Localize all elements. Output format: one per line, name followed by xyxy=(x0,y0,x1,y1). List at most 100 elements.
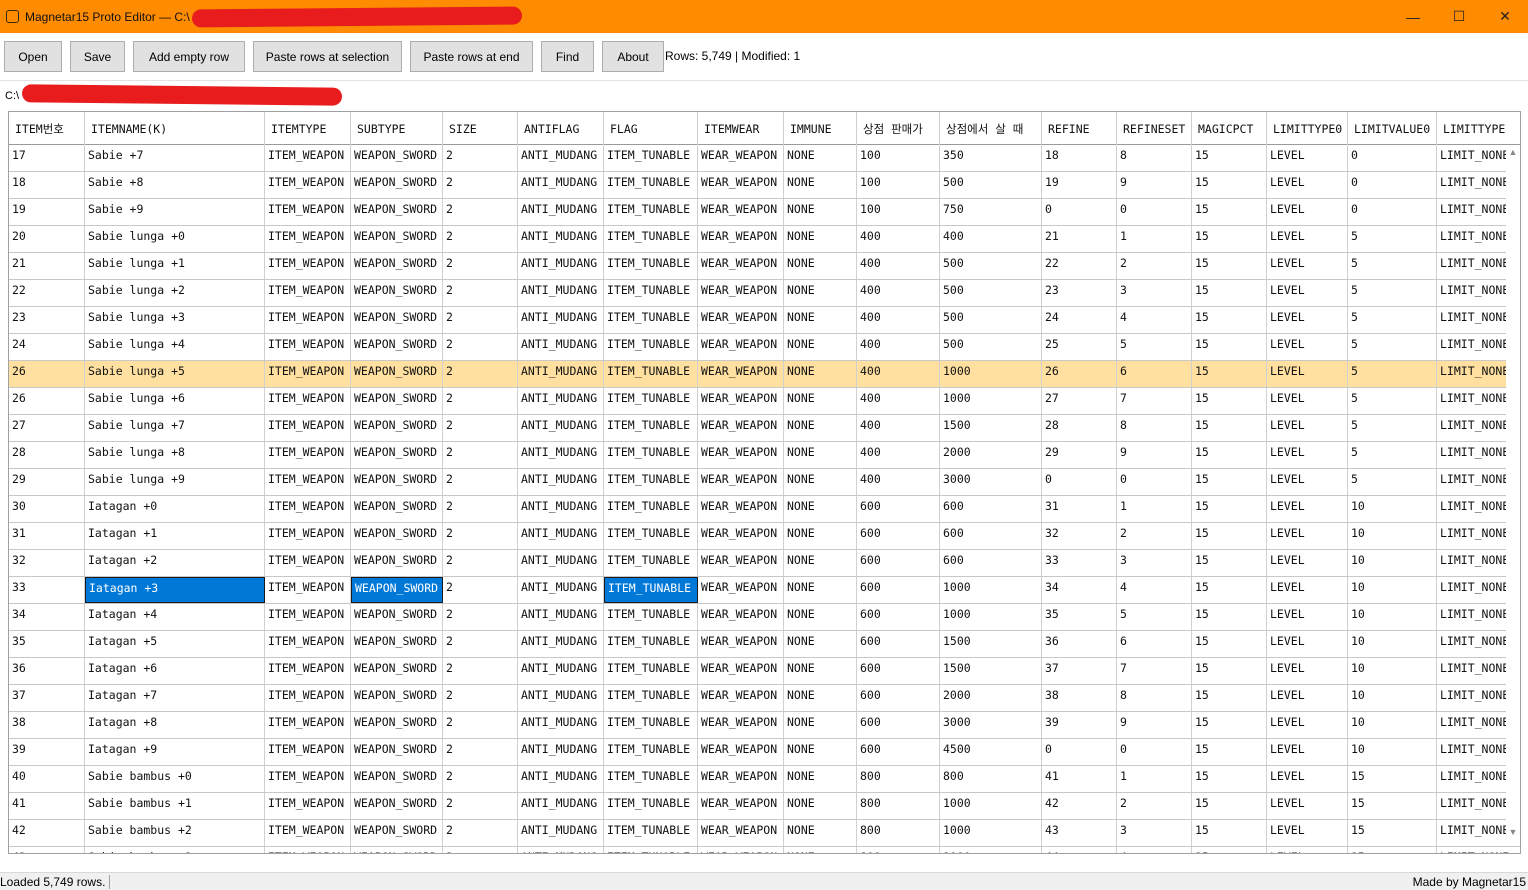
table-cell[interactable]: 2 xyxy=(443,145,518,171)
table-cell[interactable]: WEAR_WEAPON xyxy=(698,766,784,792)
table-cell[interactable]: NONE xyxy=(784,496,857,522)
table-cell[interactable]: LEVEL xyxy=(1267,442,1348,468)
table-cell[interactable]: 500 xyxy=(940,334,1042,360)
table-cell[interactable]: Sabie lunga +1 xyxy=(85,253,265,279)
table-cell[interactable]: ITEM_TUNABLE xyxy=(604,658,698,684)
table-cell[interactable]: 400 xyxy=(857,253,940,279)
table-cell[interactable]: 2 xyxy=(1117,253,1192,279)
table-cell[interactable]: NONE xyxy=(784,469,857,495)
column-header[interactable]: ITEM번호 xyxy=(9,112,85,145)
table-cell[interactable]: ITEM_WEAPON xyxy=(265,253,351,279)
table-cell[interactable]: ANTI_MUDANG xyxy=(518,307,604,333)
table-cell[interactable]: NONE xyxy=(784,145,857,171)
table-cell[interactable]: 0 xyxy=(1042,199,1117,225)
table-cell[interactable]: 41 xyxy=(1042,766,1117,792)
open-button[interactable]: Open xyxy=(4,41,62,72)
table-cell[interactable]: 400 xyxy=(857,388,940,414)
table-cell[interactable]: 9 xyxy=(1117,712,1192,738)
table-cell[interactable]: 15 xyxy=(1192,604,1267,630)
table-cell[interactable]: NONE xyxy=(784,577,857,603)
table-cell[interactable]: ITEM_TUNABLE xyxy=(604,280,698,306)
table-cell[interactable]: 400 xyxy=(857,415,940,441)
table-cell[interactable]: WEAPON_SWORD xyxy=(351,226,443,252)
table-cell[interactable]: Iatagan +8 xyxy=(85,712,265,738)
table-cell[interactable]: Sabie +8 xyxy=(85,172,265,198)
table-cell[interactable]: ITEM_WEAPON xyxy=(265,739,351,765)
data-grid[interactable]: ITEM번호 ITEMNAME(K) ITEMTYPE SUBTYPE SIZE ANTI… xyxy=(8,111,1521,854)
table-cell[interactable]: 9 xyxy=(1117,172,1192,198)
table-cell[interactable]: WEAPON_SWORD xyxy=(351,496,443,522)
table-cell[interactable]: NONE xyxy=(784,793,857,819)
table-cell[interactable]: ITEM_TUNABLE xyxy=(604,226,698,252)
table-cell[interactable]: ITEM_WEAPON xyxy=(265,334,351,360)
table-cell[interactable]: 18 xyxy=(1042,145,1117,171)
table-cell[interactable]: NONE xyxy=(784,712,857,738)
table-row[interactable]: 40 Sabie bambus +0 ITEM_WEAPON WEAPON_SWORD… xyxy=(9,766,1520,793)
table-cell[interactable]: Iatagan +7 xyxy=(85,685,265,711)
table-cell[interactable]: ITEM_WEAPON xyxy=(265,766,351,792)
table-row[interactable]: 41 Sabie bambus +1 ITEM_WEAPON WEAPON_SWORD… xyxy=(9,793,1520,820)
table-cell[interactable]: 2 xyxy=(443,523,518,549)
table-cell[interactable]: NONE xyxy=(784,280,857,306)
table-cell[interactable]: 1000 xyxy=(940,361,1042,387)
table-cell[interactable]: 15 xyxy=(1192,334,1267,360)
table-cell[interactable]: 600 xyxy=(857,496,940,522)
table-cell[interactable]: 500 xyxy=(940,307,1042,333)
table-cell[interactable]: NONE xyxy=(784,523,857,549)
table-cell[interactable]: Sabie lunga +6 xyxy=(85,388,265,414)
table-cell[interactable]: 100 xyxy=(857,172,940,198)
table-cell[interactable]: 23 xyxy=(9,307,85,333)
table-row[interactable]: 24 Sabie lunga +4 ITEM_WEAPON WEAPON_SWORD 2… xyxy=(9,334,1520,361)
table-cell[interactable]: 3 xyxy=(1117,550,1192,576)
table-cell[interactable]: Sabie lunga +3 xyxy=(85,307,265,333)
table-cell[interactable]: 600 xyxy=(940,523,1042,549)
close-button[interactable]: ✕ xyxy=(1482,0,1528,33)
table-row[interactable]: 34 Iatagan +4 ITEM_WEAPON WEAPON_SWORD 2 ANTI… xyxy=(9,604,1520,631)
table-cell[interactable]: 35 xyxy=(9,631,85,657)
find-button[interactable]: Find xyxy=(541,41,594,72)
table-cell[interactable]: 15 xyxy=(1192,253,1267,279)
table-cell[interactable]: ANTI_MUDANG xyxy=(518,172,604,198)
table-cell[interactable]: ITEM_TUNABLE xyxy=(604,793,698,819)
table-cell[interactable]: WEAPON_SWORD xyxy=(351,145,443,171)
table-cell[interactable]: ITEM_TUNABLE xyxy=(604,712,698,738)
table-cell[interactable]: 39 xyxy=(9,739,85,765)
table-cell[interactable]: 19 xyxy=(1042,172,1117,198)
table-cell[interactable]: 600 xyxy=(940,496,1042,522)
table-cell[interactable]: WEAR_WEAPON xyxy=(698,199,784,225)
table-cell[interactable]: LEVEL xyxy=(1267,361,1348,387)
table-cell[interactable]: Sabie +9 xyxy=(85,199,265,225)
add-empty-row-button[interactable]: Add empty row xyxy=(133,41,245,72)
table-cell[interactable]: 800 xyxy=(857,766,940,792)
table-cell[interactable]: Sabie lunga +8 xyxy=(85,442,265,468)
table-cell[interactable]: ANTI_MUDANG xyxy=(518,226,604,252)
table-cell[interactable]: 600 xyxy=(857,658,940,684)
vertical-scrollbar[interactable]: ▲ ▼ xyxy=(1506,145,1520,839)
table-cell[interactable]: 400 xyxy=(940,226,1042,252)
column-header[interactable]: 상점에서 살 때 xyxy=(940,112,1042,145)
table-cell[interactable]: WEAR_WEAPON xyxy=(698,712,784,738)
table-cell[interactable]: Iatagan +4 xyxy=(85,604,265,630)
table-cell[interactable]: 34 xyxy=(9,604,85,630)
table-cell[interactable]: NONE xyxy=(784,631,857,657)
table-cell[interactable]: ITEM_WEAPON xyxy=(265,577,351,603)
table-cell[interactable]: LEVEL xyxy=(1267,145,1348,171)
table-cell[interactable]: NONE xyxy=(784,172,857,198)
table-cell[interactable]: 500 xyxy=(940,172,1042,198)
paste-rows-at-selection-button[interactable]: Paste rows at selection xyxy=(253,41,402,72)
table-cell[interactable]: 1 xyxy=(1117,496,1192,522)
table-cell[interactable]: LEVEL xyxy=(1267,766,1348,792)
table-cell[interactable]: 0 xyxy=(1348,172,1437,198)
table-cell[interactable]: ANTI_MUDANG xyxy=(518,658,604,684)
table-cell[interactable]: WEAPON_SWORD xyxy=(351,658,443,684)
table-cell[interactable]: WEAR_WEAPON xyxy=(698,523,784,549)
table-cell[interactable]: 100 xyxy=(857,199,940,225)
table-cell[interactable]: ANTI_MUDANG xyxy=(518,712,604,738)
table-cell[interactable]: 0 xyxy=(1117,739,1192,765)
table-cell[interactable]: 0 xyxy=(1117,469,1192,495)
table-cell[interactable]: ANTI_MUDANG xyxy=(518,820,604,846)
horizontal-scrollbar[interactable]: ◀ ▶ xyxy=(269,853,1507,854)
table-cell[interactable]: 2 xyxy=(443,361,518,387)
table-cell[interactable]: 600 xyxy=(857,577,940,603)
table-cell[interactable]: Sabie lunga +5 xyxy=(85,361,265,387)
